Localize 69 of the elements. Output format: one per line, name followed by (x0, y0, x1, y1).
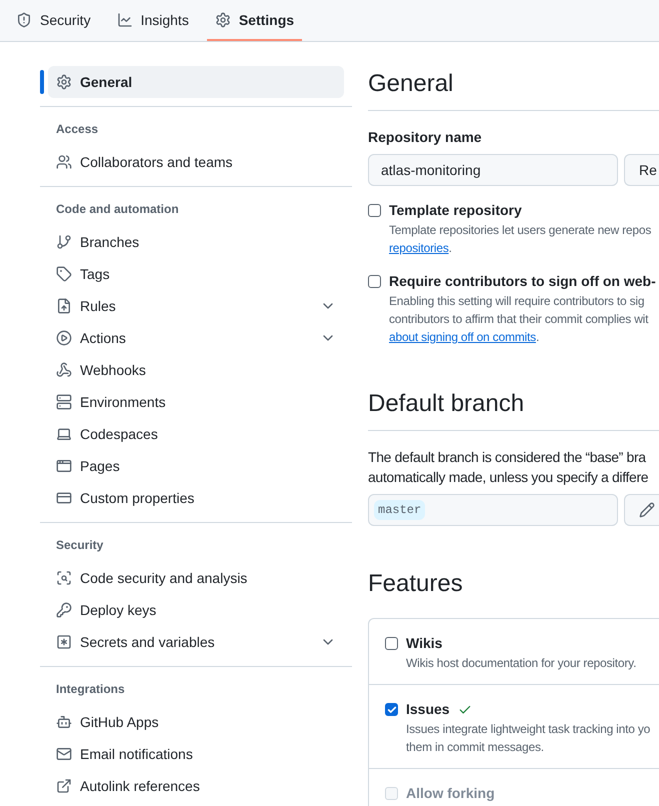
laptop-icon (56, 426, 72, 442)
bot-icon (56, 714, 72, 730)
mail-icon (56, 746, 72, 762)
sidebar-item[interactable]: Pages (48, 450, 344, 482)
feature-title: Wikis (406, 635, 442, 652)
option-description: Template repositories let users generate new repos repositories. (389, 222, 652, 257)
sidebar-item[interactable]: General (48, 66, 344, 98)
section-title: General (368, 66, 659, 111)
sidebar-item[interactable]: Code security and analysis (48, 562, 344, 594)
option-description: Enabling this setting will require contributors to sig contributors to affirm that their commit complies wit about signing off on commits. (389, 293, 650, 346)
sidebar-item[interactable]: Collaborators and teams (48, 146, 344, 178)
sidebar-item[interactable]: Environments (48, 386, 344, 418)
repository-name-field[interactable]: atlas-monitoring (368, 154, 618, 186)
sidebar-item[interactable]: Secrets and variables (48, 626, 344, 658)
field-label: Repository name (368, 128, 483, 147)
help-link[interactable]: about signing off on commits (389, 330, 536, 344)
rename-button[interactable]: Re (624, 154, 659, 186)
webhook-icon (56, 362, 72, 378)
section-header: Access (55, 121, 100, 138)
sidebar-item[interactable]: Deploy keys (48, 594, 344, 626)
gear-icon (214, 12, 231, 28)
section-title: Features (368, 569, 464, 599)
checkbox[interactable] (368, 275, 381, 288)
gear-icon (56, 74, 72, 90)
sidebar-item[interactable]: Tags (48, 258, 344, 290)
sidebar-item[interactable]: Autolink references (48, 770, 344, 802)
sidebar-item[interactable]: Rules (48, 290, 344, 322)
feature-title: Issues (406, 701, 450, 718)
people-icon (56, 154, 72, 170)
nav-tab[interactable]: Security (8, 0, 99, 41)
sidebar-item[interactable]: Branches (48, 226, 344, 258)
section-title: Default branch (368, 386, 659, 431)
edit-branch-button[interactable] (624, 494, 659, 526)
branch-icon (56, 234, 72, 250)
branch-description: The default branch is considered the “base” bra automatically made, unless you specify a differe (368, 448, 650, 487)
file-arrow-icon (56, 298, 72, 314)
feature-description: Wikis host documentation for your repository. (406, 655, 636, 672)
section-header: Integrations (55, 681, 126, 698)
sidebar-item[interactable]: Email notifications (48, 738, 344, 770)
section-header: Security (55, 537, 104, 554)
option-title: Require contributors to sign off on web- (389, 273, 656, 290)
play-icon (56, 330, 72, 346)
nav-tab[interactable]: Insights (108, 0, 197, 41)
key-icon (56, 602, 72, 618)
option-title: Template repository (389, 202, 523, 219)
asterisk-icon (56, 634, 72, 650)
branch-name: master (374, 500, 426, 520)
server-icon (56, 394, 72, 410)
sidebar-item[interactable]: GitHub Apps (48, 706, 344, 738)
help-link[interactable]: repositories (389, 241, 449, 255)
sidebar-item[interactable]: Custom properties (48, 482, 344, 514)
sidebar-item[interactable]: Codespaces (48, 418, 344, 450)
section-header: Code and automation (55, 201, 180, 218)
nav-tab[interactable]: Settings (206, 0, 302, 41)
pencil-icon (639, 502, 655, 518)
shield-icon (16, 12, 32, 28)
checkbox[interactable] (385, 637, 398, 650)
tag-icon (56, 266, 72, 282)
checkbox[interactable] (385, 703, 398, 716)
sidebar-item[interactable]: Webhooks (48, 354, 344, 386)
card-icon (56, 490, 72, 506)
checkbox[interactable] (368, 204, 381, 217)
line-chart-icon (116, 12, 133, 28)
external-link-icon (56, 778, 72, 794)
scan-icon (56, 570, 72, 586)
window-icon (56, 458, 72, 474)
feature-description: Issues integrate lightweight task tracking into yo them in commit messages. (406, 721, 650, 756)
feature-title: Allow forking (406, 785, 495, 802)
sidebar-item[interactable]: Actions (48, 322, 344, 354)
